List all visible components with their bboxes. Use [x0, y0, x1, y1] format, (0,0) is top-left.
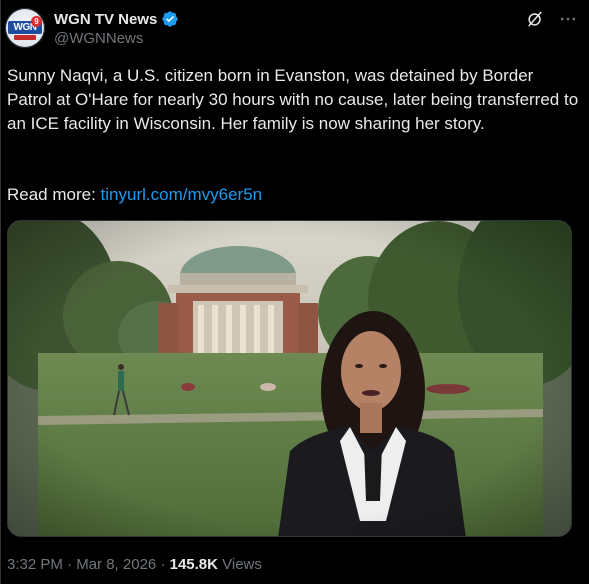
article-link[interactable]: tinyurl.com/mvy6er5n: [101, 185, 263, 204]
avatar-logo-bar: [14, 35, 36, 40]
tweet-body: Sunny Naqvi, a U.S. citizen born in Evan…: [7, 66, 579, 133]
verified-badge-icon: [162, 11, 179, 27]
tweet-photo[interactable]: [7, 220, 572, 537]
author-handle[interactable]: @WGNNews: [54, 30, 143, 47]
avatar-logo-badge: 9: [31, 16, 42, 27]
views-label: Views: [217, 556, 262, 573]
tweet-text: Sunny Naqvi, a U.S. citizen born in Evan…: [7, 64, 579, 136]
tweet-meta: 3:32 PM · Mar 8, 2026 · 145.8K Views: [7, 556, 262, 573]
more-options-icon[interactable]: [558, 9, 578, 29]
avatar[interactable]: WGN 9: [5, 8, 45, 48]
meta-separator: ·: [156, 556, 170, 573]
tweet-time[interactable]: 3:32 PM: [7, 556, 63, 573]
photo-image: [8, 221, 571, 536]
meta-separator: ·: [62, 556, 77, 573]
author-name-row: WGN TV News: [54, 9, 179, 29]
read-more-label: Read more:: [7, 185, 101, 204]
tweet-card[interactable]: WGN 9 WGN TV News @WGNNews Sunny Naqvi, …: [0, 0, 589, 584]
grok-icon[interactable]: [525, 9, 545, 29]
views-count[interactable]: 145.8K: [170, 556, 218, 573]
author-display-name[interactable]: WGN TV News: [54, 11, 157, 28]
tweet-date[interactable]: Mar 8, 2026: [76, 556, 156, 573]
read-more-line: Read more: tinyurl.com/mvy6er5n: [7, 183, 262, 207]
